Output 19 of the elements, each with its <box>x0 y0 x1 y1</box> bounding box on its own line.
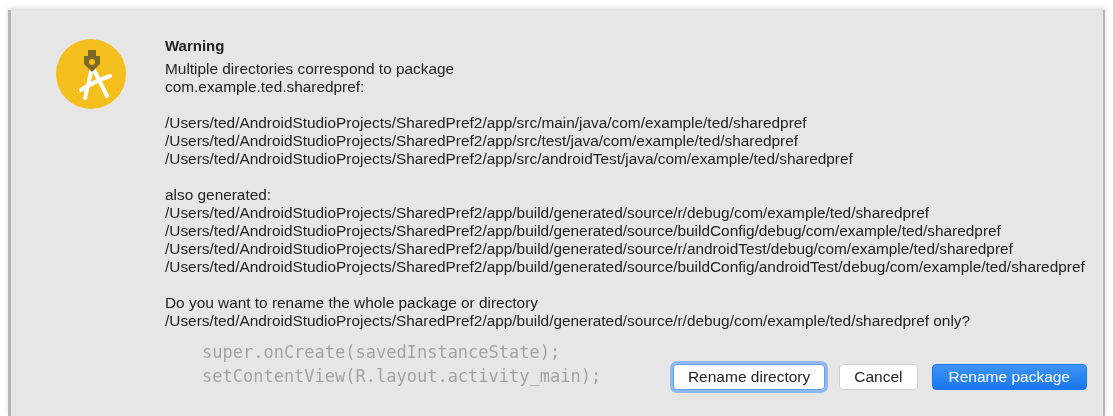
directory-path: /Users/ted/AndroidStudioProjects/SharedPref2/app/src/test/java/com/example/ted/sharedpref <box>165 132 800 150</box>
question-text: Do you want to rename the whole package or directory <box>165 294 539 312</box>
message-text: Multiple directories correspond to package <box>165 60 456 78</box>
dialog-button[interactable]: Rename directory <box>672 364 826 390</box>
directory-path: /Users/ted/AndroidStudioProjects/SharedPref2/app/build/generated/source/buildConfig/debug/com/example/ted/sharedpref <box>165 222 1002 240</box>
directory-path: /Users/ted/AndroidStudioProjects/SharedPref2/app/build/generated/source/r/androidTest/debug/com/example/ted/sharedpref <box>165 240 1014 258</box>
directory-path: /Users/ted/AndroidStudioProjects/SharedPref2/app/build/generated/source/r/debug/com/example/ted/sharedpref <box>165 204 930 222</box>
compass-icon <box>55 38 127 110</box>
code-line: setContentView(R.layout.activity_main); <box>202 365 602 388</box>
question-text: /Users/ted/AndroidStudioProjects/SharedPref2/app/build/generated/source/r/debug/com/example/ted/sharedpref only? <box>165 312 972 330</box>
dialog-button[interactable]: Cancel <box>839 364 918 390</box>
dialog-button[interactable]: Rename package <box>931 364 1087 390</box>
directory-path: /Users/ted/AndroidStudioProjects/SharedPref2/app/build/generated/source/buildConfig/androidTest/debug/com/example/ted/sharedpref <box>165 258 1085 276</box>
message-text: com.example.ted.sharedpref: <box>165 78 366 96</box>
code-line: super.onCreate(savedInstanceState); <box>202 341 562 364</box>
dialog-title: Warning <box>165 36 226 56</box>
directory-path: /Users/ted/AndroidStudioProjects/SharedPref2/app/src/androidTest/java/com/example/ted/sharedpref <box>165 150 854 168</box>
section-label: also generated: <box>165 186 273 204</box>
directory-path: /Users/ted/AndroidStudioProjects/SharedPref2/app/src/main/java/com/example/ted/sharedpref <box>165 114 808 132</box>
